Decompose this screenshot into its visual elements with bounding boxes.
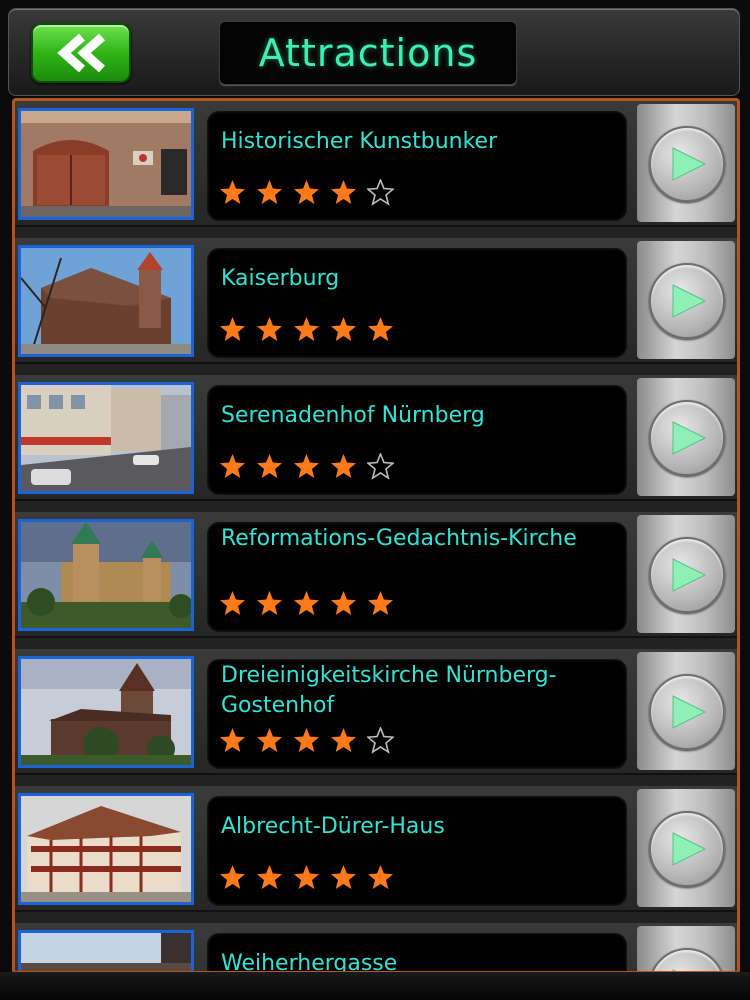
play-arrow-icon	[672, 832, 707, 866]
play-arrow-icon	[672, 558, 707, 592]
open-button[interactable]	[649, 811, 725, 887]
go-panel	[637, 378, 735, 496]
star-filled-icon	[331, 591, 356, 615]
star-filled-icon	[331, 454, 356, 478]
star-filled-icon	[294, 865, 319, 889]
open-button[interactable]	[649, 400, 725, 476]
open-button[interactable]	[649, 126, 725, 202]
star-filled-icon	[294, 317, 319, 341]
list-item[interactable]: Reformations-Gedachtnis-Kirche	[15, 512, 737, 638]
attraction-thumbnail	[18, 382, 194, 494]
go-panel	[637, 926, 735, 971]
star-filled-icon	[257, 728, 282, 752]
star-filled-icon	[257, 180, 282, 204]
star-filled-icon	[220, 591, 245, 615]
attraction-thumbnail	[18, 245, 194, 357]
star-filled-icon	[294, 454, 319, 478]
star-filled-icon	[220, 180, 245, 204]
double-chevron-left-icon	[57, 33, 105, 73]
attraction-thumbnail	[18, 108, 194, 220]
star-filled-icon	[257, 454, 282, 478]
star-filled-icon	[294, 180, 319, 204]
attraction-name: Albrecht-Dürer-Haus	[221, 814, 445, 839]
attractions-list[interactable]: Historischer Kunstbunker Kaiserburg Sere…	[12, 98, 740, 974]
star-filled-icon	[368, 317, 393, 341]
star-filled-icon	[220, 728, 245, 752]
star-filled-icon	[220, 454, 245, 478]
attraction-name: Historischer Kunstbunker	[221, 129, 498, 154]
list-item[interactable]: Dreieinigkeitskirche Nürnberg-Gostenhof	[15, 649, 737, 775]
top-bar: Attractions	[8, 8, 740, 96]
attraction-info: Serenadenhof Nürnberg	[207, 385, 627, 495]
attraction-thumbnail	[18, 793, 194, 905]
go-panel	[637, 104, 735, 222]
open-button[interactable]	[649, 263, 725, 339]
play-arrow-icon	[672, 147, 707, 181]
open-button[interactable]	[649, 674, 725, 750]
list-item[interactable]: Historischer Kunstbunker	[15, 101, 737, 227]
star-filled-icon	[368, 591, 393, 615]
star-filled-icon	[294, 591, 319, 615]
attraction-name: Serenadenhof Nürnberg	[221, 403, 485, 428]
rating-stars	[219, 590, 394, 617]
attraction-thumbnail	[18, 930, 194, 971]
star-filled-icon	[331, 865, 356, 889]
star-filled-icon	[257, 591, 282, 615]
attraction-thumbnail	[18, 656, 194, 768]
back-button[interactable]	[31, 23, 131, 83]
open-button[interactable]	[649, 537, 725, 613]
list-item[interactable]: Kaiserburg	[15, 238, 737, 364]
attraction-name: Kaiserburg	[221, 266, 340, 291]
star-filled-icon	[368, 865, 393, 889]
play-arrow-icon	[672, 695, 707, 729]
star-empty-icon	[367, 453, 394, 480]
attraction-info: Reformations-Gedachtnis-Kirche	[207, 522, 627, 632]
play-arrow-icon	[672, 284, 707, 318]
rating-stars	[219, 316, 394, 343]
go-panel	[637, 241, 735, 359]
star-filled-icon	[220, 865, 245, 889]
attraction-name: Weiherhergasse	[221, 951, 398, 974]
attraction-name: Reformations-Gedachtnis-Kirche	[221, 526, 577, 551]
open-button[interactable]	[649, 948, 725, 971]
attraction-info: Albrecht-Dürer-Haus	[207, 796, 627, 906]
star-empty-icon	[367, 179, 394, 206]
star-filled-icon	[294, 728, 319, 752]
star-filled-icon	[331, 180, 356, 204]
title-box: Attractions	[219, 21, 517, 85]
attraction-info: Weiherhergasse	[207, 933, 627, 974]
attraction-info: Dreieinigkeitskirche Nürnberg-Gostenhof	[207, 659, 627, 769]
go-panel	[637, 789, 735, 907]
go-panel	[637, 652, 735, 770]
star-filled-icon	[331, 728, 356, 752]
rating-stars	[219, 727, 394, 754]
star-empty-icon	[367, 727, 394, 754]
star-filled-icon	[257, 317, 282, 341]
star-filled-icon	[331, 317, 356, 341]
star-filled-icon	[220, 317, 245, 341]
play-arrow-icon	[672, 421, 707, 455]
list-item[interactable]: Weiherhergasse	[15, 923, 737, 974]
rating-stars	[219, 453, 394, 480]
attraction-info: Historischer Kunstbunker	[207, 111, 627, 221]
rating-stars	[219, 864, 394, 891]
attraction-thumbnail	[18, 519, 194, 631]
go-panel	[637, 515, 735, 633]
star-filled-icon	[257, 865, 282, 889]
attraction-info: Kaiserburg	[207, 248, 627, 358]
list-item[interactable]: Albrecht-Dürer-Haus	[15, 786, 737, 912]
attraction-name: Dreieinigkeitskirche Nürnberg-Gostenhof	[221, 663, 557, 718]
rating-stars	[219, 179, 394, 206]
bottom-bar	[0, 972, 750, 1000]
page-title: Attractions	[258, 31, 478, 75]
list-item[interactable]: Serenadenhof Nürnberg	[15, 375, 737, 501]
